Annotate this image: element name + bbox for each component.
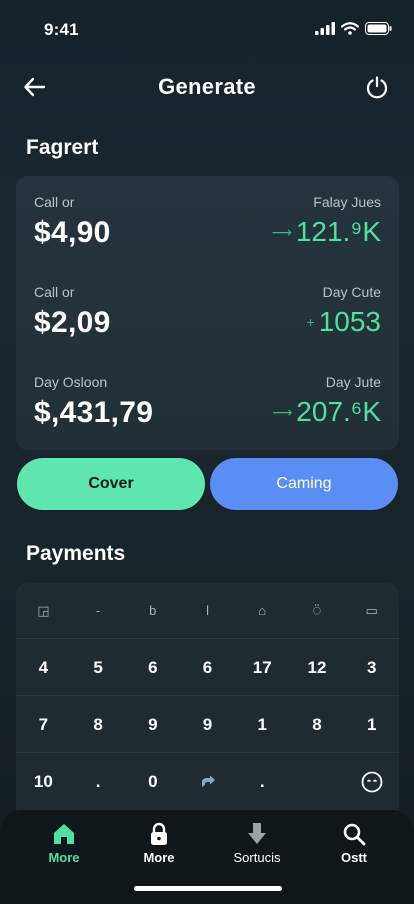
status-bar: 9:41 [0, 0, 414, 56]
toolbar-tool[interactable]: ⍥ [290, 583, 345, 638]
keypad-key[interactable]: 6 [180, 640, 235, 695]
keypad-key[interactable]: 9 [180, 697, 235, 752]
keypad-key[interactable]: 7 [16, 697, 71, 752]
stat-right-label: Day Cute [322, 284, 381, 300]
keypad-key[interactable]: . [235, 754, 290, 810]
stat-row: Call or $2,09 Day Cute + 1053 [16, 284, 399, 364]
share-icon [201, 775, 215, 787]
keypad-key[interactable]: 5 [71, 640, 126, 695]
download-icon [248, 823, 266, 844]
header: Generate [0, 64, 414, 112]
stat-right-number: 207.⁶K [296, 396, 381, 427]
power-icon [366, 76, 388, 99]
tab-label: More [48, 850, 80, 865]
keypad-key[interactable]: 0 [125, 754, 180, 810]
keypad-key[interactable]: . [71, 754, 126, 810]
keypad-key[interactable]: 6 [125, 640, 180, 695]
trend-arrow-icon: + [306, 314, 315, 330]
stat-value: $2,09 [34, 306, 111, 339]
camping-button[interactable]: Caming [210, 458, 398, 510]
keypad-key[interactable]: 17 [235, 640, 290, 695]
trend-arrow-icon: ⟶ [271, 223, 292, 240]
keypad-key-emoji[interactable] [344, 754, 399, 810]
stat-row: Day Osloon $,431,79 Day Jute ⟶ 207.⁶K [16, 374, 399, 454]
keypad-key[interactable]: 8 [290, 697, 345, 752]
toolbar-tool[interactable]: ǀ [180, 583, 235, 638]
toolbar-tool[interactable]: - [71, 583, 126, 638]
emoji-icon [361, 771, 383, 793]
keypad-toolbar: ◲ - b ǀ ⌂ ⍥ ▭ [16, 583, 399, 639]
keypad-key-share[interactable] [180, 754, 235, 810]
stat-value: $,431,79 [34, 396, 154, 429]
toolbar-tool[interactable]: ◲ [16, 583, 71, 638]
keypad-row: 4 5 6 6 17 12 3 [16, 640, 399, 696]
stat-right-value: + 1053 [307, 306, 381, 338]
keypad-key[interactable]: 9 [125, 697, 180, 752]
tab-home[interactable]: More [16, 822, 112, 865]
toolbar-tool[interactable]: b [125, 583, 180, 638]
summary-card: Call or $4,90 Falay Jues ⟶ 121.⁹K Call o… [16, 176, 399, 450]
status-icons [315, 22, 392, 35]
toolbar-tool[interactable]: ▭ [344, 583, 399, 638]
power-button[interactable] [364, 74, 392, 102]
keypad-key[interactable]: 12 [290, 640, 345, 695]
summary-title: Fagrert [26, 136, 99, 159]
wifi-icon [341, 22, 359, 35]
tab-shortcuts[interactable]: Sortucis [209, 822, 305, 865]
keypad-row: 10 . 0 . [16, 754, 399, 810]
keypad-key[interactable]: 4 [16, 640, 71, 695]
tab-search[interactable]: Ostt [306, 822, 402, 865]
stat-right-value: ⟶ 207.⁶K [272, 396, 381, 428]
tab-label: More [143, 850, 175, 865]
trend-arrow-icon: ⟶ [272, 403, 293, 420]
stat-right-label: Falay Jues [313, 194, 381, 210]
page-title: Generate [158, 74, 256, 99]
keypad-key[interactable]: 3 [344, 640, 399, 695]
lock-icon [151, 822, 167, 845]
tab-more[interactable]: More [111, 822, 207, 865]
stat-label: Call or [34, 194, 75, 210]
cover-button[interactable]: Cover [17, 458, 205, 510]
signal-icon [315, 22, 335, 35]
stat-label: Call or [34, 284, 75, 300]
toolbar-tool[interactable]: ⌂ [235, 583, 290, 638]
status-time: 9:41 [44, 20, 79, 39]
stat-right-value: ⟶ 121.⁹K [272, 216, 381, 248]
payments-title: Payments [26, 542, 126, 565]
battery-icon [365, 22, 392, 35]
home-icon [54, 824, 74, 844]
keypad-key[interactable]: 1 [344, 697, 399, 752]
stat-right-label: Day Jute [325, 374, 381, 390]
stat-right-number: 1053 [318, 306, 381, 337]
stat-row: Call or $4,90 Falay Jues ⟶ 121.⁹K [16, 194, 399, 274]
tab-label: Sortucis [233, 850, 281, 865]
search-icon [343, 823, 366, 846]
payments-keypad: ◲ - b ǀ ⌂ ⍥ ▭ 4 5 6 6 17 12 3 7 8 9 9 1 … [16, 583, 399, 823]
stat-right-number: 121.⁹K [295, 216, 381, 247]
keypad-key[interactable]: 1 [235, 697, 290, 752]
home-indicator[interactable] [134, 886, 282, 891]
keypad-key-empty [290, 754, 345, 810]
tab-label: Ostt [341, 850, 367, 865]
keypad-key[interactable]: 8 [71, 697, 126, 752]
stat-value: $4,90 [34, 216, 111, 249]
keypad-key[interactable]: 10 [16, 754, 71, 810]
stat-label: Day Osloon [34, 374, 108, 390]
keypad-row: 7 8 9 9 1 8 1 [16, 697, 399, 753]
